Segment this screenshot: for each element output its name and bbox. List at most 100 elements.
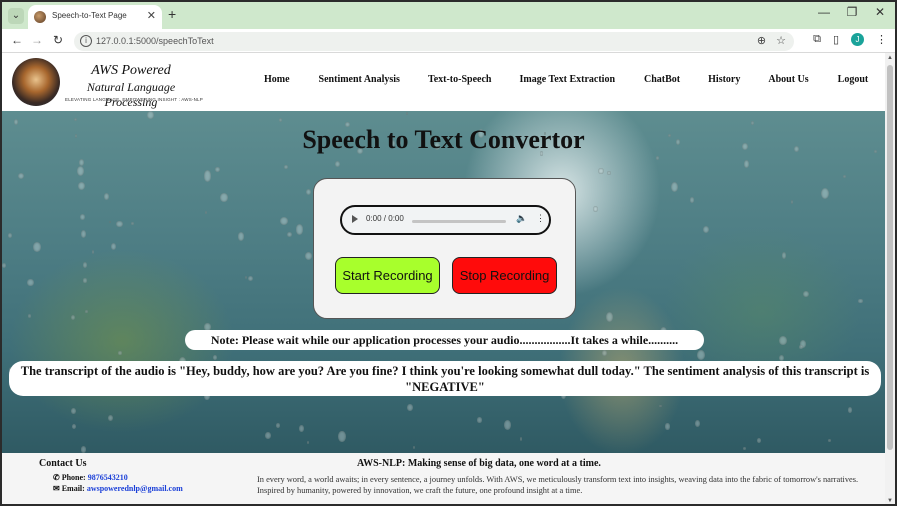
- rain-drop: [307, 441, 310, 445]
- rain-drop: [111, 242, 117, 250]
- restore-icon[interactable]: ❐: [845, 5, 859, 19]
- rain-drop: [79, 214, 86, 221]
- rain-drop: [131, 222, 134, 225]
- nav-image-text-extraction[interactable]: Image Text Extraction: [519, 74, 615, 85]
- url-text[interactable]: 127.0.0.1:5000/speechToText: [96, 36, 214, 46]
- rain-drop: [80, 445, 87, 453]
- email-link[interactable]: awspowerednlp@gmail.com: [87, 484, 183, 493]
- audio-player[interactable]: 0:00 / 0:00 🔈 ⋮: [340, 205, 551, 235]
- phone-number[interactable]: 9876543210: [88, 473, 128, 482]
- rain-drop: [744, 160, 750, 168]
- rain-drop: [2, 263, 7, 269]
- rain-drop: [843, 174, 846, 179]
- rain-drop: [203, 170, 212, 182]
- rain-drop: [146, 111, 154, 119]
- rain-drop: [244, 276, 248, 280]
- stop-recording-button[interactable]: Stop Recording: [452, 257, 557, 294]
- side-panel-icon[interactable]: ▯: [833, 33, 839, 46]
- rain-drop: [109, 221, 112, 224]
- play-icon[interactable]: [352, 215, 358, 223]
- logo-image[interactable]: [12, 58, 60, 106]
- rain-drop: [116, 220, 123, 228]
- rain-drop: [286, 231, 293, 238]
- rain-drop: [799, 344, 804, 350]
- zoom-icon[interactable]: ⊕: [757, 34, 766, 47]
- rain-drop: [412, 445, 416, 449]
- nav-history[interactable]: History: [708, 74, 740, 85]
- phone-label: Phone:: [61, 473, 86, 482]
- nav-text-to-speech[interactable]: Text-to-Speech: [428, 74, 492, 85]
- forward-icon[interactable]: →: [30, 33, 44, 47]
- volume-icon[interactable]: 🔈: [516, 213, 527, 224]
- rain-drop: [82, 262, 87, 268]
- rain-drop: [215, 167, 220, 172]
- rain-drop: [80, 230, 86, 238]
- recorder-card: 0:00 / 0:00 🔈 ⋮ Start Recording Stop Rec…: [313, 178, 576, 319]
- new-tab-icon[interactable]: +: [168, 6, 176, 22]
- site-info-icon[interactable]: i: [80, 35, 92, 47]
- start-recording-button[interactable]: Start Recording: [335, 257, 440, 294]
- rain-drop: [276, 422, 281, 428]
- audio-progress-bar[interactable]: [412, 220, 506, 223]
- rain-drop: [694, 420, 700, 427]
- profile-avatar[interactable]: J: [851, 33, 864, 46]
- site-footer: Contact Us ✆ Phone: 9876543210 ✉ Email: …: [2, 453, 885, 504]
- rain-drop: [338, 430, 346, 442]
- nav-links: Home Sentiment Analysis Text-to-Speech I…: [264, 74, 868, 85]
- rain-drop: [858, 298, 863, 304]
- rain-drop: [407, 403, 413, 411]
- rain-drop: [405, 112, 408, 115]
- nav-logout[interactable]: Logout: [838, 74, 869, 85]
- page-scrollbar[interactable]: ▲ ▼: [885, 53, 895, 504]
- scroll-up-icon[interactable]: ▲: [887, 55, 893, 61]
- rain-drop: [477, 417, 482, 423]
- rain-drop: [279, 118, 283, 123]
- minimize-icon[interactable]: —: [817, 5, 831, 19]
- hero-section: Speech to Text Convertor 0:00 / 0:00 🔈 ⋮…: [2, 111, 885, 453]
- scroll-down-icon[interactable]: ▼: [887, 498, 893, 504]
- email-label: Email:: [61, 484, 85, 493]
- more-options-icon[interactable]: ⋮: [536, 213, 545, 224]
- close-window-icon[interactable]: ✕: [873, 5, 887, 19]
- rain-drop: [593, 205, 598, 212]
- rain-drop: [503, 419, 511, 430]
- brand-tagline: ELEVATING LANGUAGE, EMPOWERING INSIGHT :…: [65, 97, 203, 102]
- tab-search-chevron-icon[interactable]: ⌄: [8, 8, 24, 24]
- address-bar[interactable]: i 127.0.0.1:5000/speechToText ⊕ ☆: [74, 32, 794, 51]
- rain-drop: [72, 424, 77, 429]
- email-icon: ✉: [53, 484, 60, 493]
- rain-drop: [73, 118, 77, 122]
- rain-drop: [77, 182, 85, 191]
- rain-drop: [27, 313, 32, 318]
- close-tab-icon[interactable]: ✕: [147, 9, 156, 22]
- rain-drop: [689, 197, 695, 203]
- rain-drop: [118, 350, 122, 356]
- rain-drop: [742, 447, 746, 451]
- rain-drop: [237, 232, 245, 241]
- rain-drop: [71, 408, 76, 414]
- site-navbar: AWS Powered Natural Language Processing …: [2, 53, 885, 111]
- nav-home[interactable]: Home: [264, 74, 290, 85]
- back-icon[interactable]: ←: [10, 33, 24, 47]
- rain-drop: [71, 314, 75, 320]
- rain-drop: [606, 170, 611, 176]
- browser-toolbar: ← → ↻ i 127.0.0.1:5000/speechToText ⊕ ☆ …: [2, 29, 895, 53]
- rain-drop: [304, 251, 312, 260]
- rain-drop: [601, 350, 608, 356]
- extensions-icon[interactable]: ⧉: [813, 33, 821, 46]
- reload-icon[interactable]: ↻: [51, 33, 65, 47]
- nav-sentiment-analysis[interactable]: Sentiment Analysis: [319, 74, 400, 85]
- rain-drop: [248, 276, 253, 282]
- rain-drop: [697, 350, 705, 361]
- rain-drop: [334, 161, 340, 168]
- scrollbar-thumb[interactable]: [887, 65, 893, 450]
- browser-menu-icon[interactable]: ⋮: [876, 33, 887, 46]
- nav-about-us[interactable]: About Us: [768, 74, 808, 85]
- nav-chatbot[interactable]: ChatBot: [644, 74, 680, 85]
- bookmark-star-icon[interactable]: ☆: [776, 34, 786, 47]
- brand-title: AWS Powered: [91, 63, 171, 78]
- footer-text: In every word, a world awaits; in every …: [257, 475, 859, 495]
- browser-tab[interactable]: Speech-to-Text Page ✕: [28, 5, 162, 29]
- audio-time: 0:00 / 0:00: [366, 214, 404, 223]
- rain-drop: [820, 188, 829, 200]
